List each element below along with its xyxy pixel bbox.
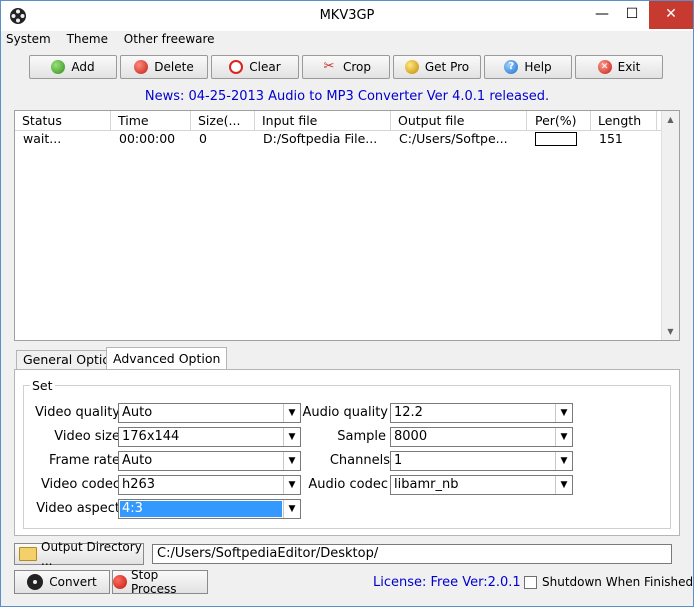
column-output-file[interactable]: Output file bbox=[391, 111, 527, 130]
row-output-file: C:/Users/Softpe... bbox=[399, 131, 508, 146]
column-input-file[interactable]: Input file bbox=[255, 111, 391, 130]
chevron-down-icon[interactable]: ▼ bbox=[283, 476, 300, 494]
sample-select[interactable]: 8000 ▼ bbox=[390, 427, 573, 447]
crop-button[interactable]: ✂ Crop bbox=[302, 55, 390, 79]
clear-button[interactable]: Clear bbox=[211, 55, 299, 79]
news-link[interactable]: News: 04-25-2013 Audio to MP3 Converter … bbox=[0, 89, 694, 104]
delete-icon bbox=[134, 60, 149, 74]
exit-button[interactable]: ✕ Exit bbox=[575, 55, 663, 79]
minimize-icon[interactable]: — bbox=[587, 1, 617, 29]
frame-rate-select[interactable]: Auto ▼ bbox=[118, 451, 301, 471]
output-directory-button[interactable]: Output Directory ... bbox=[14, 540, 144, 568]
group-title: Set bbox=[30, 378, 55, 393]
column-length[interactable]: Length bbox=[591, 111, 657, 130]
label-sample: Sample bbox=[337, 429, 386, 444]
help-button[interactable]: ? Help bbox=[484, 55, 572, 79]
label-video-size: Video size bbox=[54, 429, 120, 444]
column-status[interactable]: Status bbox=[15, 111, 111, 130]
scroll-up-icon[interactable]: ▲ bbox=[662, 111, 679, 128]
row-status: wait... bbox=[23, 131, 62, 146]
checkbox-icon[interactable] bbox=[524, 575, 537, 589]
row-time: 00:00:00 bbox=[119, 131, 176, 146]
column-time[interactable]: Time bbox=[111, 111, 191, 130]
exit-icon: ✕ bbox=[597, 60, 612, 74]
label-frame-rate: Frame rate bbox=[48, 453, 120, 468]
channels-select[interactable]: 1 ▼ bbox=[390, 451, 573, 471]
chevron-down-icon[interactable]: ▼ bbox=[555, 476, 572, 494]
tab-panel: Set Video quality Auto ▼ Video size 176x… bbox=[14, 369, 680, 536]
file-list[interactable]: Status Time Size(... Input file Output f… bbox=[14, 110, 680, 341]
label-audio-codec: Audio codec bbox=[308, 477, 388, 492]
audio-quality-select[interactable]: 12.2 ▼ bbox=[390, 403, 573, 423]
chevron-down-icon[interactable]: ▼ bbox=[283, 500, 300, 518]
clear-icon bbox=[229, 60, 244, 74]
convert-button[interactable]: Convert bbox=[14, 570, 110, 594]
list-scrollbar[interactable]: ▲ ▼ bbox=[661, 111, 679, 340]
video-codec-select[interactable]: h263 ▼ bbox=[118, 475, 301, 495]
video-size-select[interactable]: 176x144 ▼ bbox=[118, 427, 301, 447]
label-video-quality: Video quality bbox=[34, 405, 120, 420]
label-video-codec: Video codec bbox=[40, 477, 120, 492]
close-icon[interactable]: ✕ bbox=[649, 1, 693, 29]
menu-theme[interactable]: Theme bbox=[67, 32, 108, 46]
label-channels: Channels bbox=[329, 453, 390, 468]
column-size[interactable]: Size(... bbox=[191, 111, 255, 130]
scissors-icon: ✂ bbox=[323, 59, 335, 74]
folder-icon bbox=[19, 547, 37, 561]
row-progress-bar bbox=[535, 132, 577, 146]
add-icon bbox=[51, 60, 66, 74]
chevron-down-icon[interactable]: ▼ bbox=[283, 452, 300, 470]
table-row[interactable]: wait... 00:00:00 0 D:/Softpedia File... … bbox=[15, 130, 665, 148]
help-icon: ? bbox=[504, 60, 519, 74]
output-directory-input[interactable]: C:/Users/SoftpediaEditor/Desktop/ bbox=[152, 544, 672, 564]
get-pro-button[interactable]: Get Pro bbox=[393, 55, 481, 79]
video-quality-select[interactable]: Auto ▼ bbox=[118, 403, 301, 423]
row-size: 0 bbox=[199, 131, 207, 146]
list-header: Status Time Size(... Input file Output f… bbox=[15, 111, 665, 131]
chevron-down-icon[interactable]: ▼ bbox=[283, 428, 300, 446]
license-text: License: Free Ver:2.0.1 bbox=[373, 575, 521, 590]
smiley-icon bbox=[404, 60, 419, 74]
add-button[interactable]: Add bbox=[29, 55, 117, 79]
title-bar: MKV3GP — ☐ ✕ bbox=[1, 1, 693, 31]
chevron-down-icon[interactable]: ▼ bbox=[555, 404, 572, 422]
label-video-aspect: Video aspect bbox=[36, 501, 120, 516]
maximize-icon[interactable]: ☐ bbox=[617, 1, 647, 29]
shutdown-checkbox[interactable]: Shutdown When Finished bbox=[524, 575, 693, 589]
video-aspect-select[interactable]: 4:3 ▼ bbox=[118, 499, 301, 519]
set-group: Set Video quality Auto ▼ Video size 176x… bbox=[23, 378, 671, 529]
tab-advanced-option[interactable]: Advanced Option bbox=[106, 347, 228, 370]
menu-bar: System Theme Other freeware bbox=[6, 32, 227, 50]
row-length: 151 bbox=[599, 131, 623, 146]
stop-process-button[interactable]: Stop Process bbox=[112, 568, 208, 596]
row-input-file: D:/Softpedia File... bbox=[263, 131, 378, 146]
menu-other-freeware[interactable]: Other freeware bbox=[124, 32, 215, 46]
scroll-down-icon[interactable]: ▼ bbox=[662, 323, 679, 340]
film-reel-icon bbox=[27, 574, 44, 590]
audio-codec-select[interactable]: libamr_nb ▼ bbox=[390, 475, 573, 495]
label-audio-quality: Audio quality bbox=[302, 405, 388, 420]
chevron-down-icon[interactable]: ▼ bbox=[555, 428, 572, 446]
chevron-down-icon[interactable]: ▼ bbox=[283, 404, 300, 422]
menu-system[interactable]: System bbox=[6, 32, 51, 46]
chevron-down-icon[interactable]: ▼ bbox=[555, 452, 572, 470]
column-percent[interactable]: Per(%) bbox=[527, 111, 591, 130]
stop-icon bbox=[113, 575, 127, 589]
delete-button[interactable]: Delete bbox=[120, 55, 208, 79]
